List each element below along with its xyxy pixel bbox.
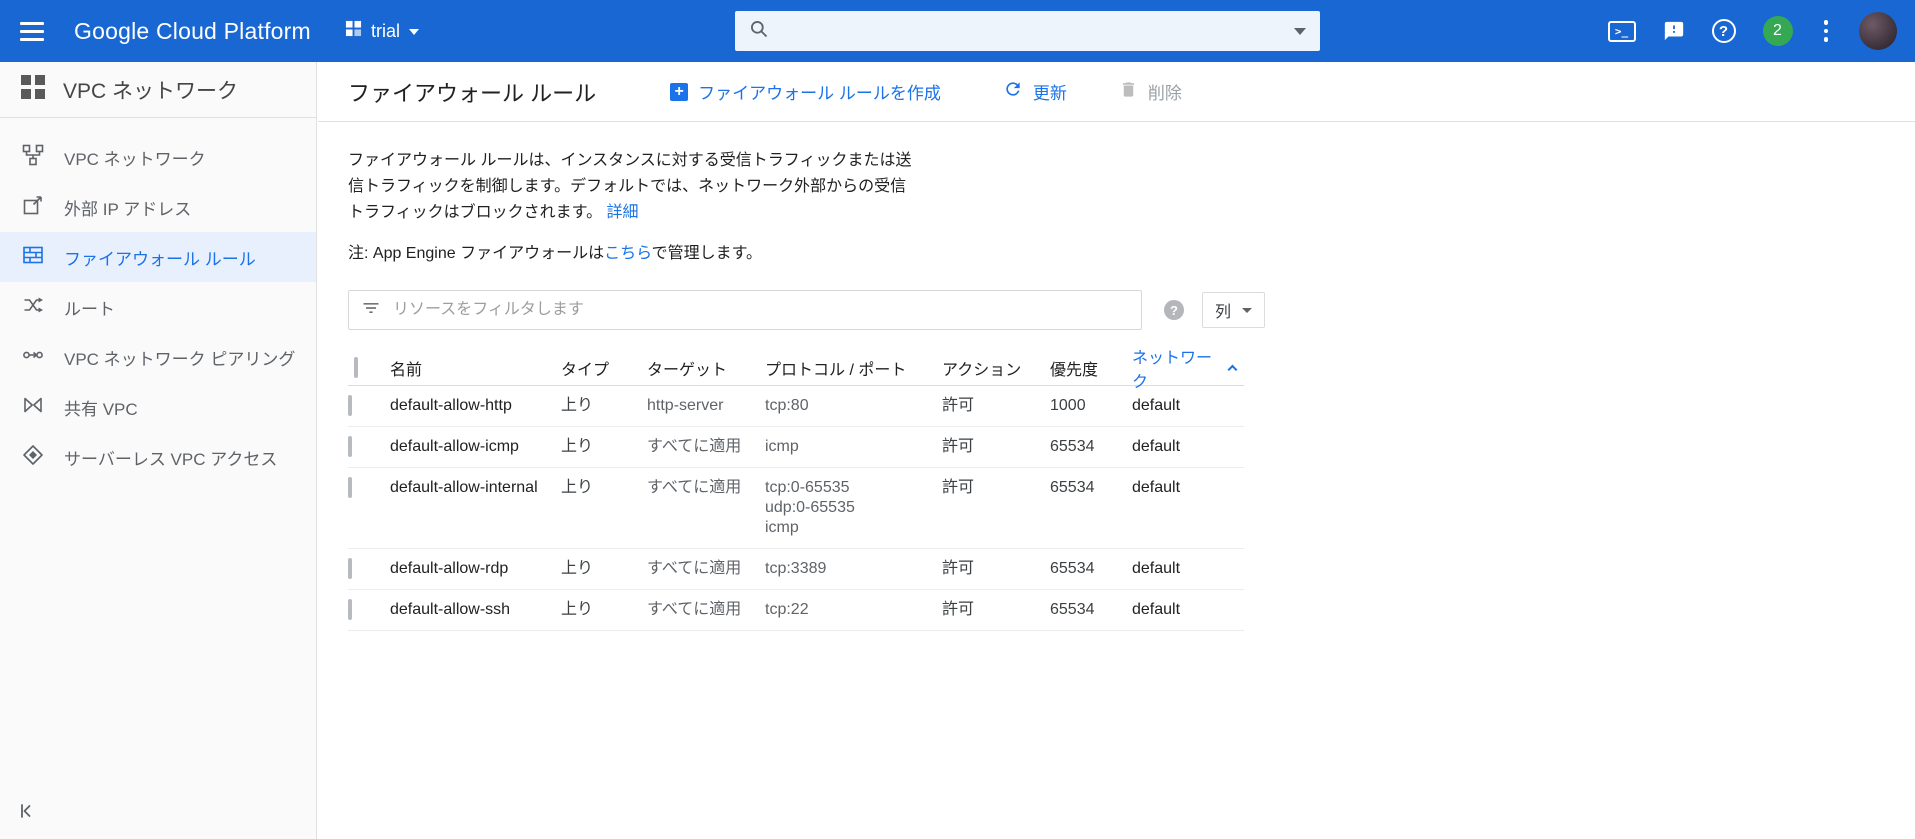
external-ip-icon (22, 194, 44, 221)
table-row: default-allow-http 上り http-server tcp:80… (348, 386, 1244, 427)
sidebar-item-routes[interactable]: ルート (0, 282, 316, 332)
intro-section: ファイアウォール ルールは、インスタンスに対する受信トラフィックまたは送信トラフ… (318, 122, 1915, 263)
notifications-badge[interactable]: 2 (1762, 16, 1793, 46)
page-toolbar: ファイアウォール ルール + ファイアウォール ルールを作成 更新 削除 (318, 62, 1915, 122)
sidebar-item-shared-vpc[interactable]: 共有 VPC (0, 382, 316, 432)
columns-button[interactable]: 列 (1202, 292, 1266, 328)
rule-name[interactable]: default-allow-icmp (390, 427, 561, 467)
firewall-icon (22, 244, 44, 271)
refresh-button[interactable]: 更新 (1003, 79, 1067, 104)
row-checkbox[interactable] (348, 436, 352, 457)
search-dropdown-icon[interactable] (1294, 27, 1306, 35)
help-icon[interactable]: ? (1711, 19, 1736, 43)
sidebar-title: VPC ネットワーク (63, 79, 239, 103)
project-name: trial (371, 20, 401, 41)
page-title: ファイアウォール ルール (348, 80, 597, 106)
feedback-icon[interactable] (1663, 20, 1685, 42)
shared-vpc-icon (22, 394, 44, 421)
filter-bar: ? 列 (348, 290, 1915, 330)
filter-input[interactable] (393, 301, 1129, 319)
refresh-icon (1003, 79, 1023, 104)
delete-button[interactable]: 削除 (1119, 79, 1182, 104)
more-options-icon[interactable] (1820, 16, 1833, 46)
column-header-protocol[interactable]: プロトコル / ポート (765, 356, 942, 380)
learn-more-link[interactable]: 詳細 (607, 204, 639, 221)
sidebar-item-vpc-peering[interactable]: VPC ネットワーク ピアリング (0, 332, 316, 382)
main-content: ファイアウォール ルール + ファイアウォール ルールを作成 更新 削除 ファイ… (318, 62, 1915, 839)
menu-icon[interactable] (20, 19, 46, 43)
column-header-type[interactable]: タイプ (561, 356, 647, 380)
filter-help-icon[interactable]: ? (1164, 300, 1184, 320)
topbar-actions: >_ ? 2 (1607, 0, 1897, 62)
create-firewall-rule-button[interactable]: + ファイアウォール ルールを作成 (670, 79, 941, 104)
vpc-logo-icon (20, 74, 46, 105)
row-checkbox[interactable] (348, 395, 352, 416)
sidebar-item-firewall-rules[interactable]: ファイアウォール ルール (0, 232, 316, 282)
global-search (735, 11, 1320, 51)
delete-icon (1119, 80, 1138, 104)
filter-icon (361, 298, 381, 323)
firewall-rules-table: 名前 タイプ ターゲット プロトコル / ポート アクション 優先度 ネットワー… (348, 344, 1244, 631)
row-checkbox[interactable] (348, 477, 352, 498)
brand-title[interactable]: Google Cloud Platform (74, 0, 311, 62)
table-row: default-allow-internal 上り すべてに適用 tcp:0-6… (348, 468, 1244, 549)
table-row: default-allow-ssh 上り すべてに適用 tcp:22 許可 65… (348, 590, 1244, 631)
search-icon (749, 19, 769, 44)
column-header-action[interactable]: アクション (942, 356, 1050, 380)
sort-ascending-icon (1227, 364, 1238, 375)
top-app-bar: Google Cloud Platform trial >_ ? 2 (0, 0, 1915, 62)
table-header-row: 名前 タイプ ターゲット プロトコル / ポート アクション 優先度 ネットワー… (348, 344, 1244, 391)
column-header-network[interactable]: ネットワーク (1132, 344, 1244, 392)
table-row: default-allow-icmp 上り すべてに適用 icmp 許可 655… (348, 427, 1244, 468)
collapse-sidebar-icon[interactable] (16, 800, 38, 827)
serverless-vpc-icon (22, 444, 44, 471)
account-avatar[interactable] (1859, 12, 1897, 50)
project-icon (345, 20, 362, 42)
column-header-priority[interactable]: 優先度 (1050, 356, 1132, 380)
sidebar-nav: VPC ネットワーク 外部 IP アドレス ファイアウォール ルール ルート V… (0, 118, 316, 482)
rule-name[interactable]: default-allow-ssh (390, 590, 561, 630)
cloud-shell-icon[interactable]: >_ (1607, 20, 1636, 42)
column-header-target[interactable]: ターゲット (647, 356, 765, 380)
sidebar-item-vpc-networks[interactable]: VPC ネットワーク (0, 132, 316, 182)
vpc-network-icon (22, 144, 44, 171)
project-selector[interactable]: trial (345, 0, 420, 62)
sidebar-header: VPC ネットワーク (0, 62, 316, 118)
app-engine-firewall-link[interactable]: こちら (604, 245, 652, 262)
add-icon: + (670, 82, 689, 101)
peering-icon (22, 344, 44, 371)
rule-name[interactable]: default-allow-internal (390, 468, 561, 508)
select-all-checkbox[interactable] (354, 357, 358, 378)
rule-name[interactable]: default-allow-http (390, 386, 561, 426)
sidebar: VPC ネットワーク VPC ネットワーク 外部 IP アドレス ファイアウォー… (0, 62, 317, 839)
chevron-down-icon (1242, 307, 1253, 313)
rule-name[interactable]: default-allow-rdp (390, 549, 561, 589)
routes-icon (22, 294, 44, 321)
row-checkbox[interactable] (348, 599, 352, 620)
table-row: default-allow-rdp 上り すべてに適用 tcp:3389 許可 … (348, 549, 1244, 590)
row-checkbox[interactable] (348, 558, 352, 579)
app-engine-note: 注: App Engine ファイアウォールはこちらで管理します。 (348, 245, 763, 262)
resource-filter (348, 290, 1142, 330)
sidebar-item-serverless-vpc[interactable]: サーバーレス VPC アクセス (0, 432, 316, 482)
chevron-down-icon (409, 29, 420, 35)
search-input[interactable] (781, 21, 1294, 41)
description-text: ファイアウォール ルールは、インスタンスに対する受信トラフィックまたは送信トラフ… (348, 152, 912, 221)
column-header-name[interactable]: 名前 (390, 356, 561, 380)
sidebar-item-external-ip[interactable]: 外部 IP アドレス (0, 182, 316, 232)
